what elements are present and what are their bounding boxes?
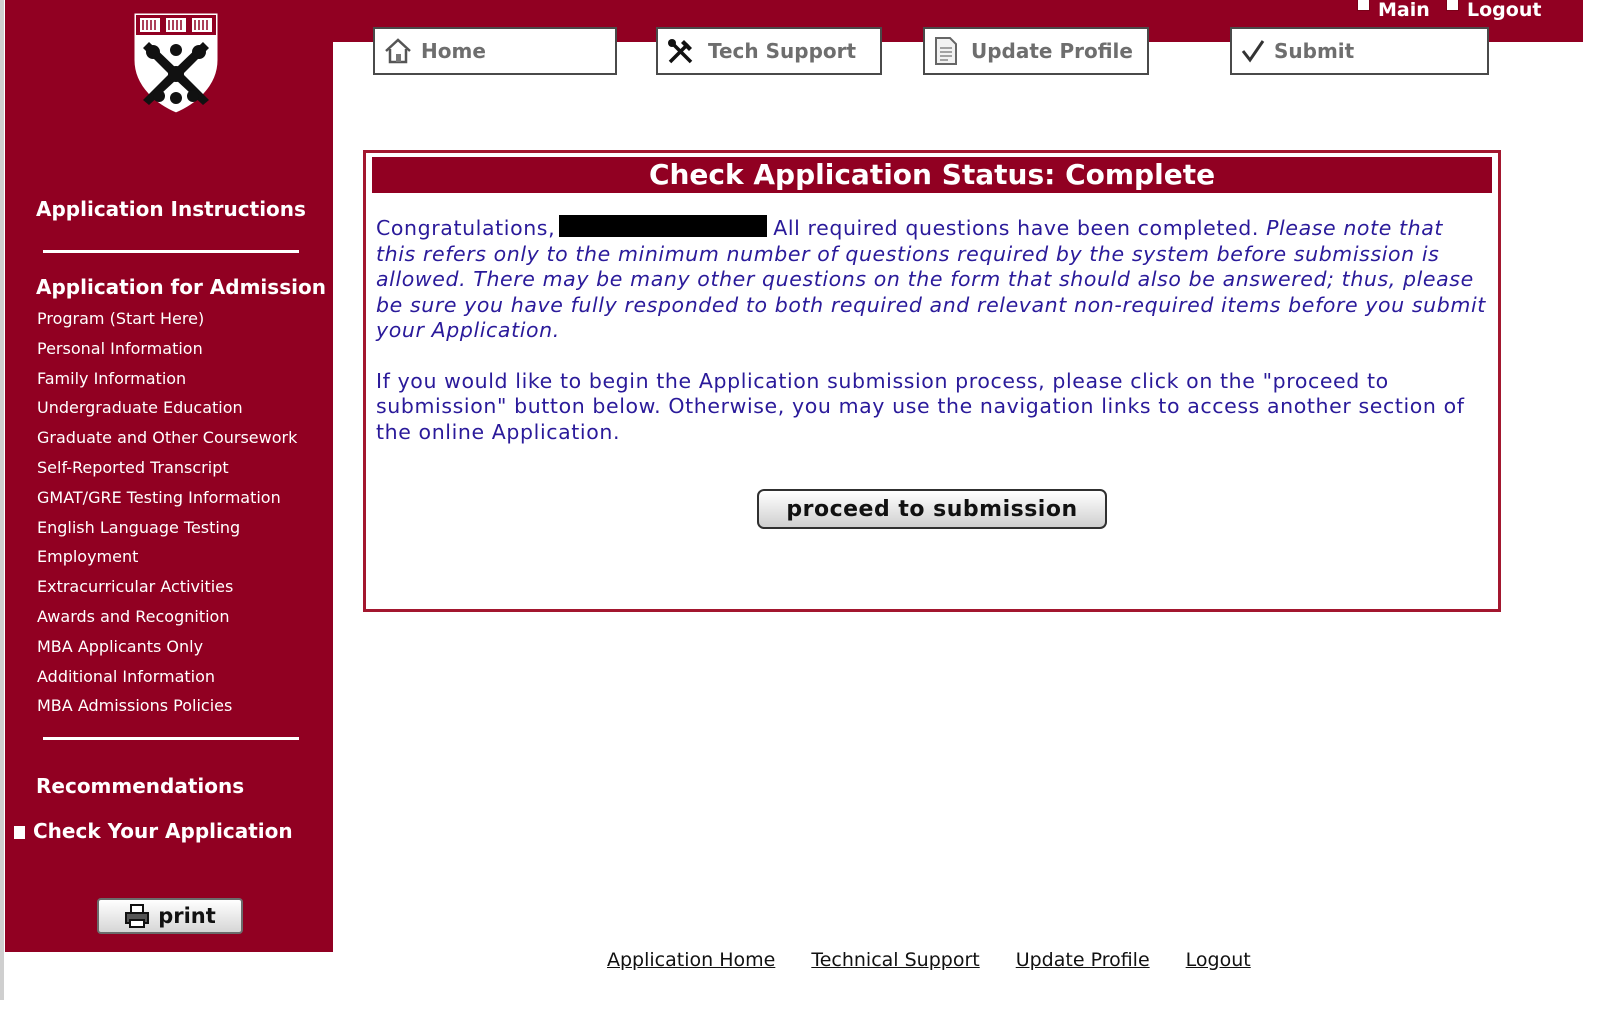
status-completion-message: Congratulations, All required questions h… bbox=[376, 215, 1488, 344]
sidebar-item-graduate-coursework[interactable]: Graduate and Other Coursework bbox=[37, 428, 297, 458]
sidebar-item-awards-recognition[interactable]: Awards and Recognition bbox=[37, 607, 297, 637]
proceed-to-submission-button[interactable]: proceed to submission bbox=[757, 489, 1107, 529]
footer-link-technical-support[interactable]: Technical Support bbox=[811, 949, 979, 971]
sidebar-item-extracurricular-activities[interactable]: Extracurricular Activities bbox=[37, 577, 297, 607]
document-icon bbox=[935, 37, 957, 65]
congrats-prefix: Congratulations, bbox=[376, 216, 556, 240]
school-crest-logo bbox=[131, 10, 221, 116]
print-label: print bbox=[158, 904, 216, 928]
main-bullet-icon bbox=[1357, 0, 1370, 11]
sidebar-application-instructions[interactable]: Application Instructions bbox=[36, 197, 306, 221]
main-link[interactable]: Main bbox=[1357, 0, 1430, 21]
update-profile-label: Update Profile bbox=[971, 39, 1133, 63]
sidebar-divider bbox=[43, 737, 299, 740]
sidebar-item-gmat-gre-testing[interactable]: GMAT/GRE Testing Information bbox=[37, 488, 297, 518]
sidebar-application-for-admission[interactable]: Application for Admission bbox=[36, 275, 326, 299]
status-title: Check Application Status: Complete bbox=[372, 157, 1492, 193]
sidebar-item-personal-information[interactable]: Personal Information bbox=[37, 339, 297, 369]
sidebar-item-family-information[interactable]: Family Information bbox=[37, 369, 297, 399]
sidebar-item-employment[interactable]: Employment bbox=[37, 547, 297, 577]
sidebar-check-your-application[interactable]: Check Your Application bbox=[14, 819, 293, 843]
print-button[interactable]: print bbox=[97, 898, 243, 934]
submit-button[interactable]: Submit bbox=[1230, 27, 1489, 75]
sidebar-check-your-application-label: Check Your Application bbox=[33, 819, 293, 843]
tech-support-button[interactable]: Tech Support bbox=[656, 27, 882, 75]
sidebar-item-english-language-testing[interactable]: English Language Testing bbox=[37, 518, 297, 548]
tech-support-label: Tech Support bbox=[708, 39, 857, 63]
logout-link[interactable]: Logout bbox=[1446, 0, 1541, 21]
footer-link-logout[interactable]: Logout bbox=[1186, 949, 1251, 971]
sidebar-divider bbox=[43, 250, 299, 253]
status-message: Congratulations, All required questions h… bbox=[366, 193, 1498, 445]
logout-bullet-icon bbox=[1446, 0, 1459, 11]
printer-icon bbox=[125, 904, 150, 928]
sidebar-section-list: Program (Start Here) Personal Informatio… bbox=[37, 309, 297, 726]
sidebar-item-mba-admissions-policies[interactable]: MBA Admissions Policies bbox=[37, 696, 297, 726]
sidebar-item-program[interactable]: Program (Start Here) bbox=[37, 309, 297, 339]
footer-link-update-profile[interactable]: Update Profile bbox=[1016, 949, 1150, 971]
application-status-panel: Check Application Status: Complete Congr… bbox=[363, 150, 1501, 612]
sidebar-item-undergraduate-education[interactable]: Undergraduate Education bbox=[37, 398, 297, 428]
submit-label: Submit bbox=[1274, 39, 1355, 63]
redacted-applicant-name bbox=[559, 215, 768, 237]
main-link-label: Main bbox=[1378, 0, 1430, 21]
proceed-instructions: If you would like to begin the Applicati… bbox=[376, 368, 1465, 444]
logout-link-label: Logout bbox=[1467, 0, 1542, 21]
home-label: Home bbox=[421, 39, 486, 63]
tools-icon bbox=[668, 39, 693, 64]
footer-link-application-home[interactable]: Application Home bbox=[607, 949, 775, 971]
sidebar-recommendations[interactable]: Recommendations bbox=[36, 774, 244, 798]
sidebar: Application Instructions Application for… bbox=[5, 0, 333, 952]
home-button[interactable]: Home bbox=[373, 27, 617, 75]
current-page-marker-icon bbox=[14, 826, 25, 839]
sidebar-item-mba-applicants-only[interactable]: MBA Applicants Only bbox=[37, 637, 297, 667]
window-edge bbox=[0, 0, 4, 1000]
update-profile-button[interactable]: Update Profile bbox=[923, 27, 1149, 75]
footer-links: Application Home Technical Support Updat… bbox=[607, 949, 1251, 971]
sidebar-item-additional-information[interactable]: Additional Information bbox=[37, 667, 297, 697]
completed-text: All required questions have been complet… bbox=[773, 216, 1259, 240]
sidebar-item-self-reported-transcript[interactable]: Self-Reported Transcript bbox=[37, 458, 297, 488]
home-icon bbox=[385, 38, 411, 64]
checkmark-icon bbox=[1241, 40, 1265, 63]
